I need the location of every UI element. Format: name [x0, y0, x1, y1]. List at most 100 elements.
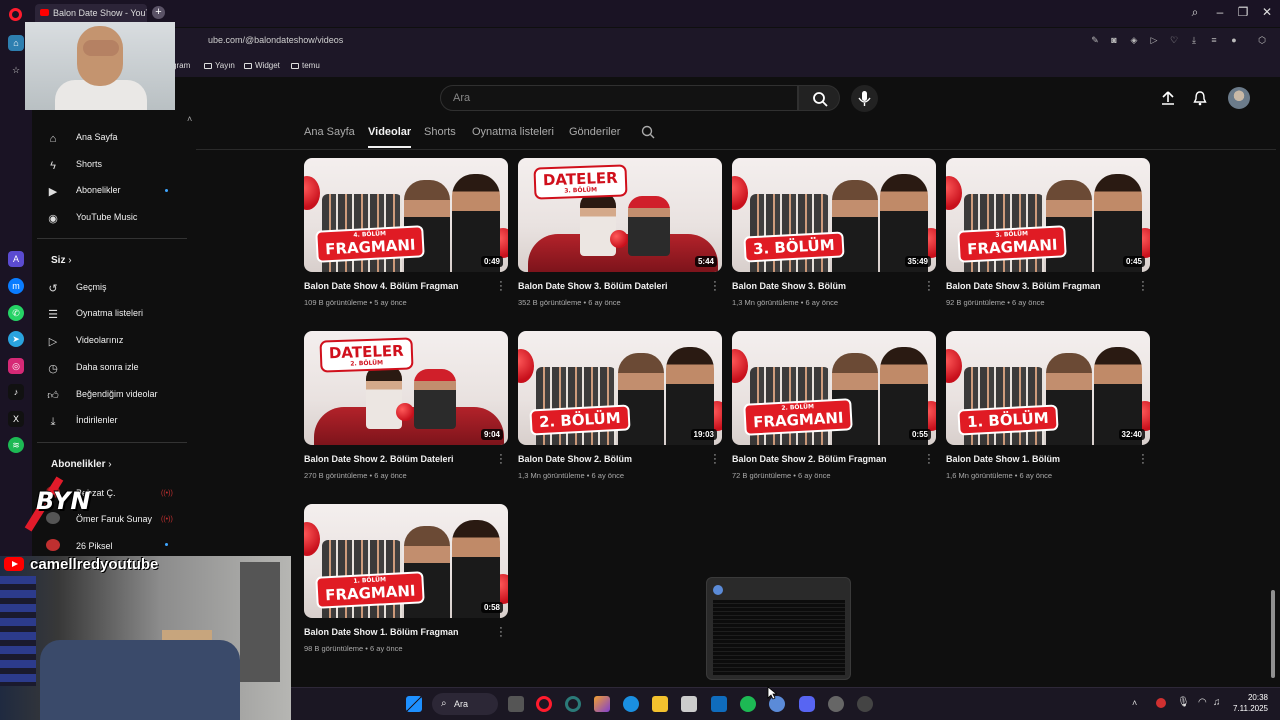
more-options-icon[interactable]: · · · — [712, 277, 718, 296]
obs-icon[interactable] — [857, 696, 873, 712]
account-avatar[interactable] — [1228, 87, 1250, 109]
sidebar-item-playlists[interactable]: ☰ Oynatma listeleri — [46, 308, 143, 321]
file-explorer-icon[interactable] — [652, 696, 668, 712]
video-card[interactable]: 3. BÖLÜM 35:49 Balon Date Show 3. Bölüm 1,3… — [732, 158, 936, 318]
upload-icon[interactable] — [1160, 90, 1176, 106]
video-title[interactable]: Balon Date Show 2. Bölüm Dateleri — [304, 454, 489, 464]
tray-chevron-icon[interactable]: ˄ — [1132, 698, 1137, 708]
outlook-icon[interactable] — [711, 696, 727, 712]
heart-icon[interactable]: ♡ — [1168, 34, 1180, 46]
subscriptions-section-heading[interactable]: Abonelikler › — [51, 459, 112, 470]
instagram-icon[interactable]: ◎ — [8, 358, 24, 374]
star-icon[interactable]: ☆ — [8, 62, 24, 78]
video-card[interactable]: 2. BÖLÜM FRAGMANI 0:55 Balon Date Show 2. B… — [732, 331, 936, 491]
search-button[interactable] — [798, 85, 840, 111]
video-card[interactable]: 3. BÖLÜM FRAGMANI 0:45 Balon Date Show 3. B… — [946, 158, 1150, 318]
tab-posts[interactable]: Gönderiler — [569, 126, 620, 138]
channel-search-icon[interactable] — [640, 124, 656, 140]
more-options-icon[interactable]: · · · — [498, 623, 504, 642]
bookmark-yayin[interactable]: Yayın — [204, 61, 235, 70]
profile-icon[interactable]: ● — [1228, 34, 1240, 46]
video-title[interactable]: Balon Date Show 3. Bölüm — [732, 281, 917, 291]
video-thumbnail[interactable]: DATELER 2. BÖLÜM 9:04 — [304, 331, 508, 445]
subscription-26piksel[interactable]: 26 Piksel — [46, 539, 113, 551]
notifications-bell-icon[interactable] — [1192, 90, 1208, 106]
taskbar-search[interactable]: ⌕ Ara — [432, 693, 498, 715]
tab-shorts[interactable]: Shorts — [424, 126, 456, 138]
aria-icon[interactable]: A — [8, 251, 24, 267]
video-title[interactable]: Balon Date Show 1. Bölüm Fragman — [304, 627, 489, 637]
video-card[interactable]: 1. BÖLÜM FRAGMANI 0:58 Balon Date Show 1. B… — [304, 504, 508, 664]
spotify-icon[interactable]: ≋ — [8, 437, 24, 453]
tab-home[interactable]: Ana Sayfa — [304, 126, 355, 138]
menu-icon[interactable]: ≡ — [1208, 34, 1220, 46]
store-icon[interactable] — [681, 696, 697, 712]
sidebar-item-watch-later[interactable]: ◷ Daha sonra izle — [46, 362, 138, 375]
bookmark-temu[interactable]: temu — [291, 61, 320, 70]
extensions-icon[interactable]: ⬡ — [1256, 34, 1268, 46]
messenger-icon[interactable]: m — [8, 278, 24, 294]
task-view-icon[interactable] — [508, 696, 524, 712]
more-options-icon[interactable]: · · · — [1140, 277, 1146, 296]
download-icon[interactable]: ⤓ — [1188, 34, 1200, 46]
taskbar-window-preview[interactable] — [706, 577, 851, 680]
home-speed-dial-icon[interactable]: ⌂ — [8, 35, 24, 51]
tab-videos[interactable]: Videolar — [368, 126, 412, 148]
opera-taskbar-icon[interactable] — [536, 696, 552, 712]
clock[interactable]: 20:38 7.11.2025 — [1228, 692, 1268, 714]
video-thumbnail[interactable]: 2. BÖLÜM 19:03 — [518, 331, 722, 445]
scroll-up-icon[interactable]: ˄ — [187, 114, 192, 124]
minimize-button[interactable]: – — [1209, 5, 1231, 19]
video-card[interactable]: 1. BÖLÜM 32:40 Balon Date Show 1. Bölüm 1,6… — [946, 331, 1150, 491]
microsoft-365-icon[interactable] — [594, 696, 610, 712]
tab-playlists[interactable]: Oynatma listeleri — [472, 126, 554, 138]
video-thumbnail[interactable]: 4. BÖLÜM FRAGMANI 0:49 — [304, 158, 508, 272]
video-title[interactable]: Balon Date Show 3. Bölüm Fragman — [946, 281, 1131, 291]
opera-logo-icon[interactable] — [9, 8, 22, 21]
wifi-icon[interactable]: ◠ — [1198, 697, 1207, 708]
play-icon[interactable]: ▷ — [1148, 34, 1160, 46]
video-thumbnail[interactable]: 3. BÖLÜM 35:49 — [732, 158, 936, 272]
close-window-button[interactable]: ✕ — [1256, 5, 1278, 19]
search-input[interactable]: Ara — [440, 85, 798, 111]
url-text[interactable]: ube.com/@balondateshow/videos — [208, 35, 343, 45]
sidebar-item-history[interactable]: ↺ Geçmiş — [46, 282, 106, 295]
more-options-icon[interactable]: · · · — [926, 450, 932, 469]
new-tab-button[interactable]: + — [152, 6, 165, 19]
video-card[interactable]: 2. BÖLÜM 19:03 Balon Date Show 2. Bölüm 1,3… — [518, 331, 722, 491]
video-card[interactable]: DATELER 2. BÖLÜM 9:04 Balon Date Show 2. Bö… — [304, 331, 508, 491]
video-title[interactable]: Balon Date Show 4. Bölüm Fragman — [304, 281, 489, 291]
sidebar-item-shorts[interactable]: ϟ Shorts — [46, 159, 102, 172]
tray-app-icon[interactable] — [1156, 698, 1166, 708]
sidebar-item-home[interactable]: ⌂ Ana Sayfa — [46, 132, 118, 145]
telegram-icon[interactable]: ➤ — [8, 331, 24, 347]
more-options-icon[interactable]: · · · — [498, 450, 504, 469]
tiktok-icon[interactable]: ♪ — [8, 384, 24, 400]
video-thumbnail[interactable]: 3. BÖLÜM FRAGMANI 0:45 — [946, 158, 1150, 272]
sidebar-item-subscriptions[interactable]: ▶ Abonelikler — [46, 185, 121, 198]
video-thumbnail[interactable]: 1. BÖLÜM 32:40 — [946, 331, 1150, 445]
x-icon[interactable]: X — [8, 411, 24, 427]
more-options-icon[interactable]: · · · — [498, 277, 504, 296]
page-scrollbar[interactable] — [1271, 590, 1275, 678]
video-title[interactable]: Balon Date Show 3. Bölüm Dateleri — [518, 281, 703, 291]
video-card[interactable]: DATELER 3. BÖLÜM 5:44 Balon Date Show 3. Bö… — [518, 158, 722, 318]
more-options-icon[interactable]: · · · — [712, 450, 718, 469]
video-thumbnail[interactable]: 2. BÖLÜM FRAGMANI 0:55 — [732, 331, 936, 445]
edge-icon[interactable] — [623, 696, 639, 712]
opera-gx-taskbar-icon[interactable] — [565, 696, 581, 712]
spotify-taskbar-icon[interactable] — [740, 696, 756, 712]
microphone-tray-icon[interactable]: 🎙︎ — [1177, 697, 1190, 708]
video-thumbnail[interactable]: DATELER 3. BÖLÜM 5:44 — [518, 158, 722, 272]
more-options-icon[interactable]: · · · — [1140, 450, 1146, 469]
voice-search-button[interactable] — [851, 85, 878, 112]
video-thumbnail[interactable]: 1. BÖLÜM FRAGMANI 0:58 — [304, 504, 508, 618]
video-title[interactable]: Balon Date Show 2. Bölüm — [518, 454, 703, 464]
sidebar-item-liked[interactable]: 👍︎ Beğendiğim videolar — [46, 389, 157, 402]
video-title[interactable]: Balon Date Show 2. Bölüm Fragman — [732, 454, 917, 464]
sidebar-item-your-videos[interactable]: ▷ Videolarınız — [46, 335, 124, 348]
video-card[interactable]: 4. BÖLÜM FRAGMANI 0:49 Balon Date Show 4. B… — [304, 158, 508, 318]
camera-icon[interactable]: ◙ — [1108, 34, 1120, 46]
more-options-icon[interactable]: · · · — [926, 277, 932, 296]
you-section-heading[interactable]: Siz › — [51, 255, 72, 266]
